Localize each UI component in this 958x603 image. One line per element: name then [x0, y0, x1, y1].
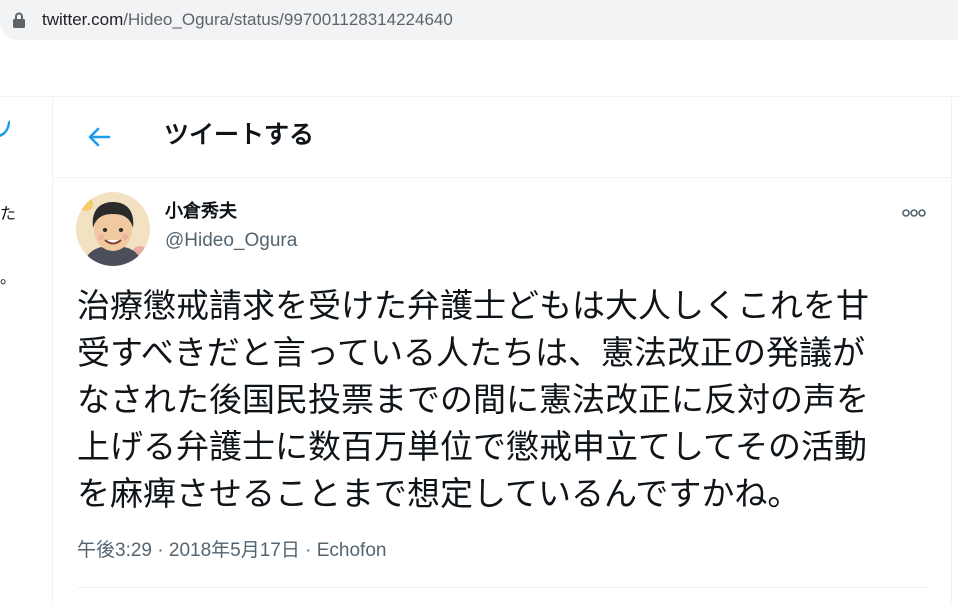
url-text[interactable]: twitter.com/Hideo_Ogura/status/997001128…	[42, 9, 453, 31]
tweet-time-link[interactable]: 午後3:29	[77, 540, 152, 561]
tweet-text-line: 受すべきだと言っている人たちは、憲法改正の発議が	[77, 333, 866, 372]
meta-divider	[77, 587, 927, 588]
tweet-source-link[interactable]: Echofon	[317, 540, 387, 561]
left-nav-column	[0, 97, 53, 603]
lock-icon	[13, 12, 25, 28]
more-options-icon[interactable]	[898, 201, 930, 225]
avatar[interactable]	[76, 192, 150, 266]
tweet-date-link[interactable]: 2018年5月17日	[169, 540, 300, 561]
browser-address-bar[interactable]: twitter.com/Hideo_Ogura/status/997001128…	[0, 0, 958, 40]
url-host: twitter.com	[42, 10, 124, 29]
url-path: /Hideo_Ogura/status/997001128314224640	[123, 10, 453, 29]
twitter-bird-icon[interactable]	[0, 120, 10, 138]
page-header: ツイートする	[53, 97, 951, 178]
meta-separator: ·	[299, 540, 317, 561]
tweet-text-line: なされた後国民投票までの間に憲法改正に反対の声を	[77, 380, 869, 419]
meta-separator: ·	[151, 540, 169, 561]
tweet-text-line: を麻痺させることまで想定しているんですかね。	[77, 474, 801, 513]
page-title: ツイートする	[164, 120, 315, 149]
main-column: ツイートする 小倉秀夫 @Hideo_Ogura 治療懲戒請求を受けた弁護士ども…	[53, 97, 952, 603]
tweet-text: 治療懲戒請求を受けた弁護士どもは大人しくこれを甘 受すべきだと言っている人たちは…	[77, 282, 927, 517]
back-arrow-icon[interactable]	[85, 123, 113, 151]
author-handle[interactable]: @Hideo_Ogura	[165, 229, 297, 253]
tweet-text-line: 治療懲戒請求を受けた弁護士どもは大人しくこれを甘	[77, 286, 869, 325]
left-nav-fragment: 。	[0, 268, 17, 287]
tweet-meta: 午後3:29 · 2018年5月17日 · Echofon	[77, 539, 386, 563]
avatar-portrait-icon	[76, 192, 150, 266]
tweet-text-line: 上げる弁護士に数百万単位で懲戒申立てしてその活動	[77, 427, 868, 466]
author-name[interactable]: 小倉秀夫	[165, 200, 237, 224]
left-nav-fragment: た	[0, 204, 17, 223]
